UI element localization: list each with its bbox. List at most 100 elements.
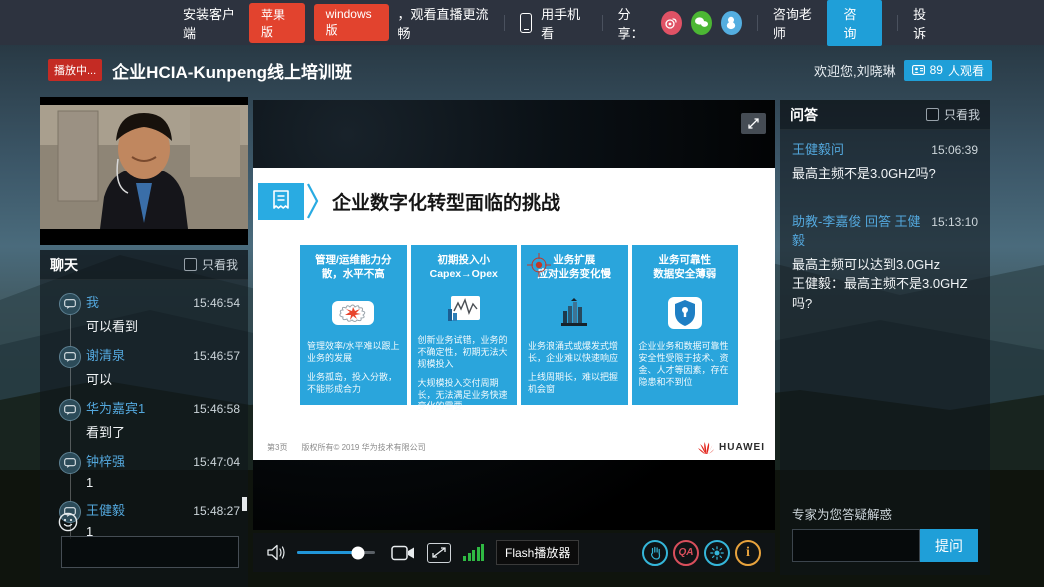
windows-version-button[interactable]: windows版 <box>314 4 389 41</box>
chat-title: 聊天 <box>50 255 78 275</box>
qa-footer-label: 专家为您答疑解惑 <box>792 504 892 523</box>
signal-strength-icon <box>463 544 484 561</box>
chevron-right-icon <box>306 182 320 220</box>
slide-card-capex: 初期投入小 Capex→Opex 创新业务试错，业务的不确定性，初期无法大规模投… <box>411 245 518 405</box>
top-bar: 安装客户端 苹果版 windows版 ，观看直播更流畅 用手机看 分享： 咨询老… <box>0 0 1044 45</box>
video-mode-toggle-icon[interactable] <box>427 543 451 563</box>
chat-sender-name: 我 <box>86 292 99 311</box>
huawei-logo: HUAWEI <box>697 440 765 455</box>
share-label: 分享： <box>618 4 652 42</box>
slide-footer: 第3页 版权所有© 2019 华为技术有限公司 HUAWEI <box>253 440 765 455</box>
card-title-line: 初期投入小 <box>418 254 511 268</box>
card-body-text: 企业业务和数据可靠性安全性受限于技术、资金、人才等因素，存在隐患和不到位 <box>639 341 732 389</box>
qa-timestamp: 15:06:39 <box>931 143 978 157</box>
flash-player-label: Flash播放器 <box>496 540 579 565</box>
emoji-icon[interactable] <box>58 512 78 532</box>
qa-text-line: 最高主频可以达到3.0GHz <box>792 255 978 275</box>
qa-only-me-label: 只看我 <box>944 106 980 123</box>
player-controls: Flash播放器 QA i <box>253 533 775 572</box>
apple-version-button[interactable]: 苹果版 <box>249 3 305 43</box>
chat-bubble-avatar-icon <box>59 346 81 368</box>
explosion-icon <box>331 295 375 331</box>
qa-text-line: 王健毅：最高主频不是3.0GHZ吗? <box>792 274 978 313</box>
chat-sender-name: 华为嘉宾1 <box>86 398 145 417</box>
wechat-share-icon[interactable] <box>691 11 712 35</box>
volume-fill <box>297 551 358 554</box>
qa-only-me-checkbox[interactable] <box>926 108 939 121</box>
volume-slider[interactable] <box>297 551 375 554</box>
ask-question-button[interactable]: 提问 <box>920 529 978 562</box>
qq-share-icon[interactable] <box>721 11 742 35</box>
chat-only-me-label: 只看我 <box>202 256 238 273</box>
chat-message-text: 可以看到 <box>86 316 240 335</box>
presentation-player: 企业数字化转型面临的挑战 管理/运维能力分散，水平不高 管理效率/水平难以跟上业… <box>253 100 775 530</box>
slide-title: 企业数字化转型面临的挑战 <box>332 188 560 215</box>
qa-asker-name: 王健毅问 <box>792 139 844 158</box>
chat-only-me-toggle[interactable]: 只看我 <box>184 256 238 273</box>
chat-timestamp: 15:46:57 <box>193 349 240 363</box>
expand-icon[interactable] <box>741 113 766 134</box>
card-body-text: 上线周期长，难以把握机会窗 <box>528 372 621 396</box>
weibo-share-icon[interactable] <box>661 11 682 35</box>
page-title: 企业HCIA-Kunpeng线上培训班 <box>112 58 352 83</box>
chat-bubble-avatar-icon <box>59 293 81 315</box>
chat-bubble-avatar-icon <box>59 452 81 474</box>
welcome-user-label: 欢迎您,刘晓琳 <box>814 61 896 80</box>
divider <box>897 15 898 31</box>
info-button[interactable]: i <box>735 540 761 566</box>
chat-timestamp: 15:47:04 <box>193 455 240 469</box>
chat-message: 华为嘉宾115:46:58 看到了 <box>40 392 248 445</box>
chat-message: 我15:46:54 可以看到 <box>40 286 248 339</box>
target-icon <box>526 252 552 278</box>
speaker-icon[interactable] <box>267 544 287 561</box>
qa-timestamp: 15:13:10 <box>931 215 978 229</box>
card-title-line: 管理/运维能力分散，水平不高 <box>307 254 400 281</box>
complaint-link[interactable]: 投诉 <box>913 4 936 42</box>
chat-panel: 聊天 只看我 我15:46:54 可以看到 谢清泉15:46:57 可以 华为 <box>40 250 248 587</box>
chat-header: 聊天 只看我 <box>40 250 248 280</box>
growth-bars-icon <box>557 295 591 331</box>
chat-sender-name: 王健毅 <box>86 500 125 519</box>
card-body-text: 大规模投入交付周期长，无法满足业务快速变化的需要 <box>418 378 511 414</box>
card-title-line: Capex→Opex <box>418 268 511 282</box>
chat-sender-name: 谢清泉 <box>86 345 125 364</box>
slide-title-row: 企业数字化转型面临的挑战 <box>258 182 560 220</box>
chart-icon <box>447 295 481 325</box>
slide-page-number: 第3页 <box>267 442 287 453</box>
consult-button[interactable]: 咨询 <box>827 0 882 46</box>
question-input[interactable] <box>792 529 920 562</box>
chat-input[interactable] <box>61 536 239 568</box>
camera-icon[interactable] <box>391 545 415 561</box>
card-body-text: 业务浪涌式或爆发式增长，企业难以快速响应 <box>528 341 621 365</box>
card-title-line: 数据安全薄弱 <box>639 268 732 282</box>
raise-hand-button[interactable] <box>642 540 668 566</box>
watch-on-mobile-link[interactable]: 用手机看 <box>541 4 587 42</box>
chat-scrollbar[interactable] <box>242 497 247 511</box>
divider <box>504 15 505 31</box>
chat-message: 谢清泉 15:46:57 可以 <box>40 339 248 392</box>
viewers-count: 89 <box>930 63 943 77</box>
smoother-label: ，观看直播更流畅 <box>398 4 489 42</box>
slide-card-reliability: 业务可靠性 数据安全薄弱 企业业务和数据可靠性安全性受限于技术、资金、人才等因素… <box>632 245 739 405</box>
slide-copyright: 版权所有© 2019 华为技术有限公司 <box>301 442 425 453</box>
qa-title: 问答 <box>790 105 818 125</box>
volume-knob[interactable] <box>351 546 364 559</box>
qa-button[interactable]: QA <box>673 540 699 566</box>
huawei-logo-text: HUAWEI <box>719 442 765 453</box>
settings-sun-button[interactable] <box>704 540 730 566</box>
qa-answer-name: 助教-李嘉俊 回答 王健毅 <box>792 211 931 249</box>
qa-only-me-toggle[interactable]: 只看我 <box>926 106 980 123</box>
chat-timestamp: 15:48:27 <box>193 504 240 518</box>
qa-item: 助教-李嘉俊 回答 王健毅 15:13:10 最高主频可以达到3.0GHz 王健… <box>780 202 990 316</box>
phone-icon <box>520 13 533 33</box>
chat-only-me-checkbox[interactable] <box>184 258 197 271</box>
presenter-webcam-video <box>40 97 248 245</box>
playing-status-badge: 播放中... <box>48 59 102 81</box>
chat-message-text: 可以 <box>86 369 240 388</box>
slide: 企业数字化转型面临的挑战 管理/运维能力分散，水平不高 管理效率/水平难以跟上业… <box>253 168 775 460</box>
viewers-icon <box>912 65 925 75</box>
consult-teacher-label: 咨询老师 <box>773 4 819 42</box>
viewers-label: 人观看 <box>948 62 984 79</box>
install-client-label: 安装客户端 <box>183 4 240 42</box>
chat-message: 钟梓强15:47:04 1 <box>40 445 248 494</box>
